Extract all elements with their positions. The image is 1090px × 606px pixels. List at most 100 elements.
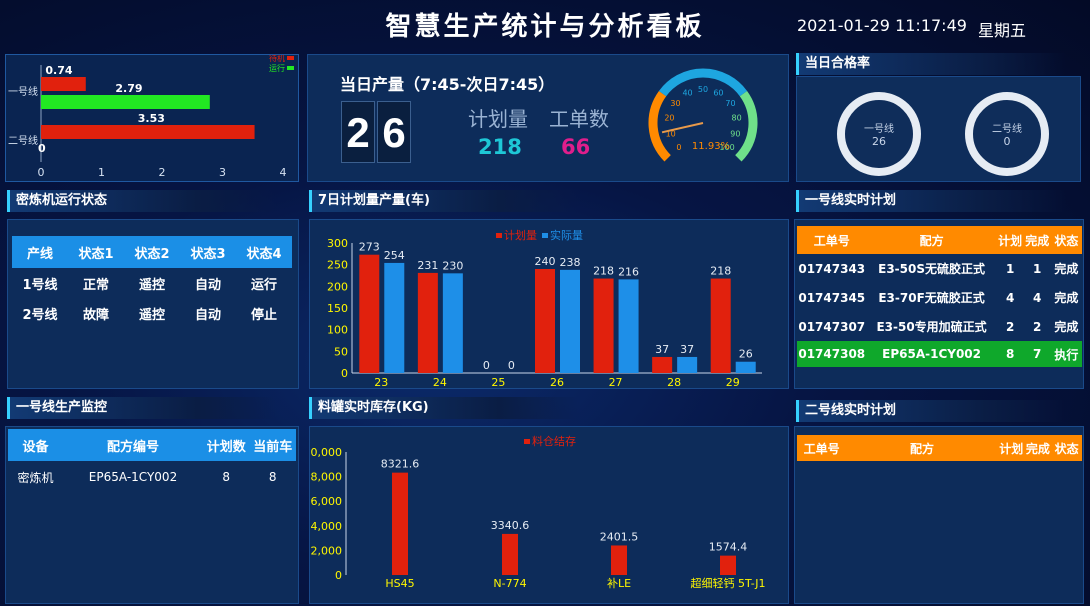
table-cell: 执行 [1054, 347, 1079, 362]
y-tick-label: 8,000 [311, 471, 343, 484]
x-tick-label: 25 [491, 376, 505, 389]
bar [677, 356, 698, 373]
x-tick-label: HS45 [385, 577, 414, 590]
x-tick-label: 3 [219, 166, 226, 179]
data-label: 238 [560, 256, 581, 269]
table-cell: 完成 [1054, 320, 1079, 334]
mixer-header-cell: 产线 [26, 246, 53, 262]
plan-header-cell: 配方 [910, 441, 935, 456]
table-row: 01747345 E3-70F无硫胶正式 4 4 完成 [797, 283, 1082, 312]
orders-value: 66 [561, 135, 591, 159]
plan-header-cell: 计划 [999, 441, 1024, 456]
table-cell: 2 [1033, 319, 1042, 334]
bar [611, 545, 627, 575]
gauge-value-label: 11.93% [692, 141, 730, 152]
table-cell: 8 [1005, 347, 1015, 361]
x-tick-label: 28 [667, 376, 681, 389]
legend-label: 计划量 [504, 229, 537, 242]
line2-pass-name: 二号线 [992, 124, 1022, 135]
data-label: 0 [483, 359, 490, 372]
gauge-tick-label: 20 [664, 114, 674, 123]
line1-plan-table: 工单号 配方 计划 完成 状态 01747343 E3-50S无硫胶正式 1 1… [797, 226, 1082, 367]
output-digit-1: 2 [341, 101, 375, 163]
table-cell: 7 [1033, 347, 1042, 361]
data-label: 218 [593, 265, 614, 278]
plan-header-cell: 工单号 [803, 441, 840, 456]
data-label: 2.79 [115, 82, 142, 95]
plan-header-cell: 计划 [998, 233, 1023, 248]
table-cell: 正常 [82, 277, 109, 293]
monitor-header-cell: 配方编号 [106, 439, 159, 455]
table-cell: 停止 [250, 307, 277, 323]
x-tick-label: 29 [726, 376, 740, 389]
table-cell: 完成 [1054, 291, 1079, 305]
line1-pass-ring: 一号线 26 [837, 92, 921, 176]
x-tick-label: 23 [374, 376, 388, 389]
table-cell: 8 [222, 470, 231, 484]
category-label: 一号线 [8, 85, 38, 98]
legend-label: 实际量 [550, 228, 583, 242]
gauge-tick-label: 80 [731, 114, 741, 123]
plan-header-cell: 完成 [1025, 441, 1050, 456]
legend-label: 运行 [269, 63, 285, 73]
data-label: 37 [655, 343, 669, 356]
monitor-header-cell: 设备 [22, 439, 49, 455]
pass-rate-title: 当日合格率 [796, 53, 1066, 75]
bar [359, 254, 380, 373]
table-cell: 完成 [1054, 262, 1079, 276]
mixer-status-title: 密炼机运行状态 [7, 190, 277, 212]
table-cell: 自动 [194, 277, 221, 293]
table-row: 01747343 E3-50S无硫胶正式 1 1 完成 [797, 254, 1082, 283]
data-label: 218 [710, 265, 731, 278]
table-cell: 01747308 [798, 347, 866, 361]
tank-chart-panel: 料仓结存 0 2,000 4,000 6,000 8,000 0,000 8321.6 HS45… [309, 426, 789, 604]
data-label: 26 [739, 348, 753, 361]
category-label: 二号线 [8, 134, 38, 147]
data-label: 216 [618, 265, 639, 278]
daily-output-title: 当日产量（7:45-次日7:45） [340, 75, 555, 94]
table-cell: E3-50专用加硫正式 [876, 320, 987, 334]
table-cell: 2 [1005, 319, 1015, 334]
bar [417, 272, 438, 373]
datetime-display: 2021-01-29 11:17:49 [797, 16, 967, 35]
week-chart-title: 7日计划量产量(车) [309, 190, 579, 212]
plan-header-cell: 完成 [1025, 233, 1050, 248]
y-tick-label: 0,000 [311, 446, 343, 459]
line1-monitor-panel: 设备 配方编号 计划数 当前车 密炼机 EP65A-1CY002 8 8 [5, 426, 299, 604]
legend-swatch [542, 233, 548, 238]
table-cell: 自动 [194, 307, 221, 323]
data-label: 240 [535, 255, 556, 268]
gauge-tick-label: 60 [713, 89, 723, 98]
y-tick-label: 300 [327, 237, 348, 250]
pass-rate-panel: 一号线 26 二号线 0 [796, 76, 1081, 182]
y-tick-label: 100 [327, 324, 348, 337]
data-label: 273 [359, 241, 380, 254]
gauge-tick-label: 50 [698, 85, 708, 94]
table-cell: EP65A-1CY002 [88, 470, 178, 484]
plan-value: 218 [478, 135, 522, 159]
line-status-chart: 待机运行 0 1 2 3 4 一号线二号线 0.74 2.79 3.53 0 [8, 53, 294, 179]
table-cell: E3-50S无硫胶正式 [878, 262, 985, 276]
plan-header-cell: 状态 [1054, 233, 1079, 248]
monitor-header-cell: 当前车 [253, 439, 293, 455]
x-tick-label: 27 [609, 376, 623, 389]
bar [535, 269, 555, 373]
table-cell: 1号线 [22, 277, 58, 293]
line1-monitor-title: 一号线生产监控 [7, 397, 277, 419]
gauge-arc [648, 90, 671, 162]
table-cell: 遥控 [138, 277, 165, 293]
table-cell: EP65A-1CY002 [882, 347, 981, 361]
x-tick-label: 超细轻钙 5T-J1 [690, 576, 765, 590]
legend-swatch [287, 66, 294, 70]
table-cell: 4 [1033, 290, 1042, 305]
bar [735, 361, 756, 373]
y-tick-label: 50 [334, 345, 348, 358]
week-chart: 计划量 实际量0501001502002503002327325424231 230… [327, 228, 762, 389]
bar [41, 77, 86, 91]
y-tick-label: 0 [335, 569, 342, 582]
y-tick-label: 150 [327, 302, 348, 315]
x-tick-label: 26 [550, 376, 564, 389]
y-tick-label: 200 [327, 280, 348, 293]
line1-plan-title: 一号线实时计划 [796, 190, 1066, 212]
legend-label: 料仓结存 [532, 434, 576, 448]
